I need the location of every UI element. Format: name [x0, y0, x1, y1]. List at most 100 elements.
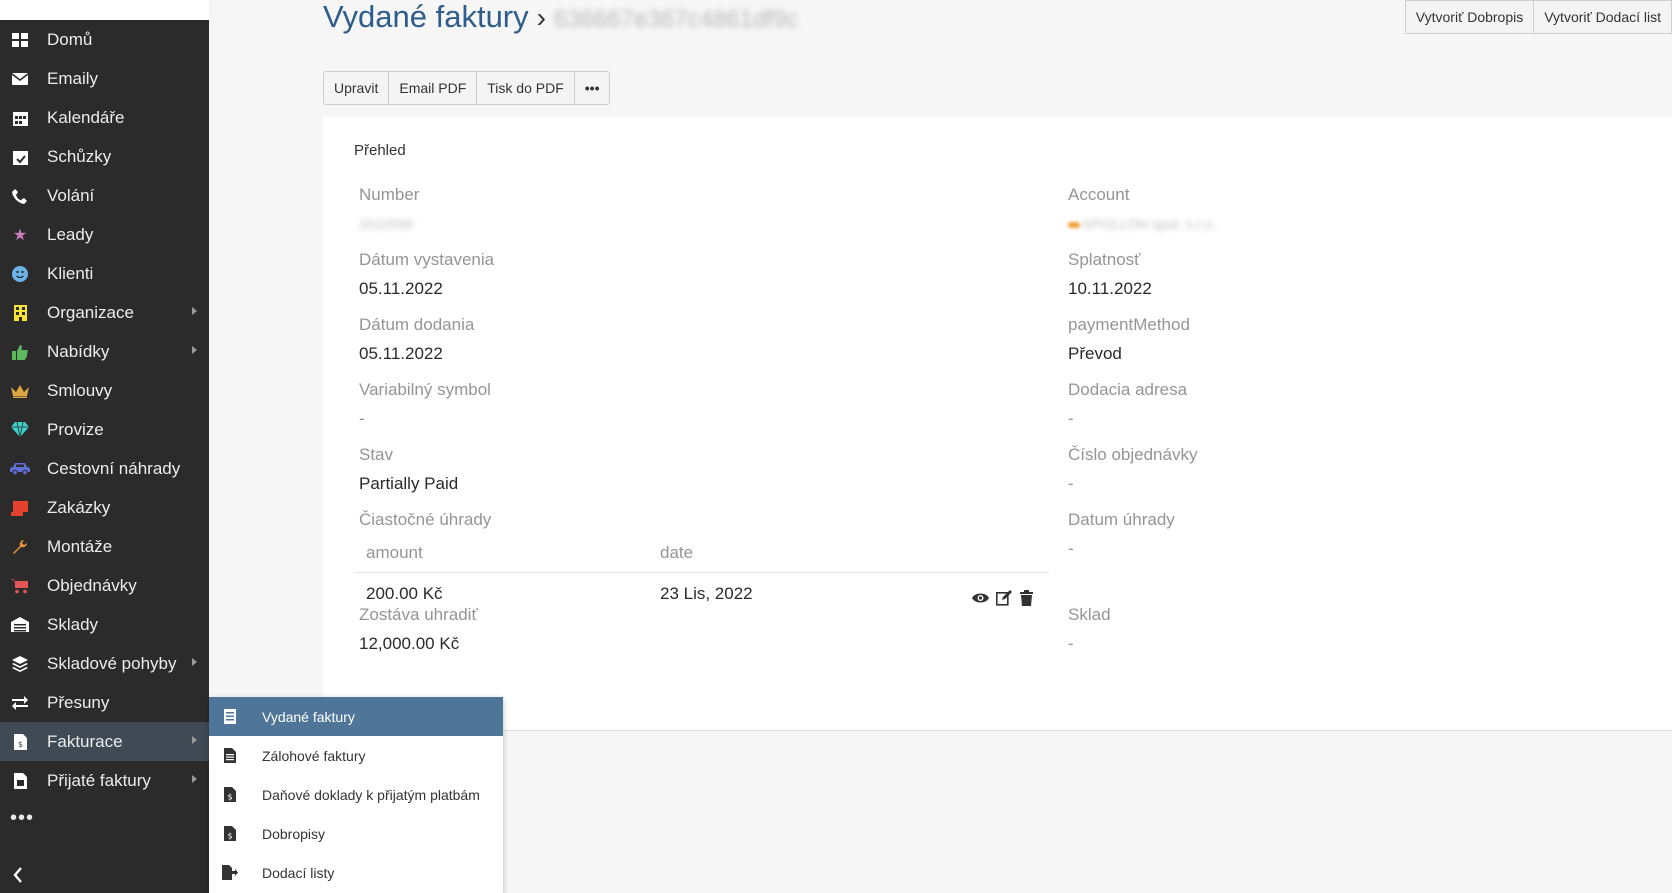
- sidebar-item-schuzky[interactable]: Schůzky: [0, 137, 209, 176]
- account-link[interactable]: APOLLON spol. s r.o.: [1082, 216, 1216, 232]
- sidebar-item-emaily[interactable]: Emaily: [0, 59, 209, 98]
- account-status-dot: [1068, 221, 1080, 228]
- print-pdf-button[interactable]: Tisk do PDF: [477, 71, 575, 105]
- sidebar-item-montaze[interactable]: Montáže: [0, 527, 209, 566]
- sidebar-item-volani[interactable]: Volání: [0, 176, 209, 215]
- panel-heading: Přehled: [354, 142, 406, 159]
- star-icon: ★: [12, 226, 28, 244]
- diamond-icon: [10, 420, 30, 440]
- field-label: paymentMethod: [1068, 315, 1190, 334]
- received-invoice-icon: [10, 771, 30, 791]
- sidebar-item-label: Nabídky: [47, 341, 110, 361]
- payment-amount: 200.00 Kč: [366, 584, 443, 603]
- sidebar-item-objednavky[interactable]: Objednávky: [0, 566, 209, 605]
- field-variable-symbol: Variabilný symbol -: [359, 380, 979, 429]
- sidebar: Domů Emaily Kalendáře Schůzky Volání ★ L…: [0, 0, 209, 893]
- sidebar-item-organizace[interactable]: Organizace: [0, 293, 209, 332]
- caret-right-icon: [192, 307, 197, 315]
- field-warehouse: Sklad -: [1068, 605, 1672, 654]
- breadcrumb-separator: ›: [536, 2, 546, 33]
- field-delivery-date: Dátum dodania 05.11.2022: [359, 315, 979, 364]
- svg-text:$: $: [17, 740, 22, 749]
- overview-panel: Přehled Number 2022090 Account APOLLON s…: [323, 117, 1672, 731]
- field-value: -: [1068, 409, 1074, 428]
- envelope-icon: [10, 69, 30, 89]
- view-icon[interactable]: [972, 589, 989, 606]
- sidebar-item-nabidky[interactable]: Nabídky: [0, 332, 209, 371]
- record-id: 636667e367c4861df9c: [553, 6, 799, 33]
- create-credit-note-button[interactable]: Vytvoriť Dobropis: [1404, 0, 1535, 34]
- field-label: Dodacia adresa: [1068, 380, 1188, 399]
- sidebar-more-button[interactable]: •••: [10, 808, 34, 828]
- submenu-item-dodaci-listy[interactable]: Dodací listy: [209, 853, 503, 892]
- svg-text:$: $: [227, 832, 232, 841]
- field-due-date: Splatnosť 10.11.2022: [1068, 250, 1672, 299]
- field-label: Sklad: [1068, 605, 1111, 624]
- field-value: -: [359, 409, 365, 428]
- number-value: 2022090: [359, 216, 414, 232]
- sidebar-item-skladove-pohyby[interactable]: Skladové pohyby: [0, 644, 209, 683]
- field-value: 05.11.2022: [359, 344, 443, 363]
- sidebar-item-sklady[interactable]: Sklady: [0, 605, 209, 644]
- email-pdf-button[interactable]: Email PDF: [389, 71, 478, 105]
- delivery-note-icon: [222, 865, 238, 881]
- edit-icon[interactable]: [995, 589, 1012, 606]
- sidebar-item-label: Leady: [47, 224, 94, 244]
- transfer-icon: [10, 693, 30, 713]
- submenu-item-danove-doklady[interactable]: $ Daňové doklady k přijatým platbám: [209, 775, 503, 814]
- submenu-item-label: Zálohové faktury: [262, 747, 366, 764]
- sidebar-item-prijate-faktury[interactable]: Přijaté faktury: [0, 761, 209, 800]
- field-remaining: Zostáva uhradiť 12,000.00 Kč: [359, 605, 979, 654]
- field-label: Dátum dodania: [359, 315, 475, 334]
- submenu-item-dobropisy[interactable]: $ Dobropisy: [209, 814, 503, 853]
- field-partial-payments: Čiastočné úhrady: [359, 510, 979, 530]
- field-label: Datum úhrady: [1068, 510, 1175, 529]
- edit-button[interactable]: Upravit: [323, 71, 390, 105]
- sidebar-item-label: Schůzky: [47, 146, 112, 166]
- sidebar-item-domu[interactable]: Domů: [0, 20, 209, 59]
- field-payment-date: Datum úhrady -: [1068, 510, 1672, 559]
- field-account: Account APOLLON spol. s r.o.: [1068, 185, 1672, 234]
- sidebar-item-label: Klienti: [47, 263, 94, 283]
- collapse-sidebar-icon[interactable]: [12, 867, 32, 887]
- submenu-item-vydane-faktury[interactable]: Vydané faktury: [209, 697, 503, 736]
- delete-icon[interactable]: [1018, 589, 1035, 606]
- header-button-group: Vytvoriť Dobropis Vytvoriť Dodací list: [1404, 0, 1672, 34]
- field-label: Splatnosť: [1068, 250, 1141, 269]
- sidebar-item-label: Cestovní náhrady: [47, 458, 181, 478]
- sidebar-item-label: Skladové pohyby: [47, 653, 177, 673]
- field-label: Číslo objednávky: [1068, 445, 1198, 464]
- sidebar-item-fakturace[interactable]: $ Fakturace: [0, 722, 209, 761]
- sidebar-item-smlouvy[interactable]: Smlouvy: [0, 371, 209, 410]
- caret-right-icon: [192, 736, 197, 744]
- breadcrumb-title-link[interactable]: Vydané faktury: [323, 0, 529, 34]
- sidebar-item-label: Objednávky: [47, 575, 137, 595]
- page-title: Vydané faktury › 636667e367c4861df9c: [323, 0, 798, 37]
- field-label: Account: [1068, 185, 1130, 204]
- calendar-check-icon: [10, 147, 30, 167]
- field-value: -: [1068, 474, 1074, 493]
- field-label: Dátum vystavenia: [359, 250, 495, 269]
- smile-icon: [10, 264, 30, 284]
- record-actions: Upravit Email PDF Tisk do PDF •••: [323, 71, 611, 105]
- credit-note-icon: $: [222, 826, 238, 842]
- sidebar-item-cestovni-nahrady[interactable]: Cestovní náhrady: [0, 449, 209, 488]
- submenu-item-zalohove-faktury[interactable]: Zálohové faktury: [209, 736, 503, 775]
- sidebar-item-presuny[interactable]: Přesuny: [0, 683, 209, 722]
- sidebar-item-klienti[interactable]: Klienti: [0, 254, 209, 293]
- sidebar-item-zakazky[interactable]: Zakázky: [0, 488, 209, 527]
- building-icon: [10, 303, 30, 323]
- field-value: 10.11.2022: [1068, 279, 1152, 298]
- car-icon: [10, 459, 30, 479]
- more-actions-button[interactable]: •••: [574, 71, 611, 105]
- field-value: -: [1068, 634, 1074, 653]
- sidebar-item-leady[interactable]: ★ Leady: [0, 215, 209, 254]
- sidebar-item-provize[interactable]: Provize: [0, 410, 209, 449]
- column-header-amount: amount: [366, 543, 423, 562]
- field-status: Stav Partially Paid: [359, 445, 979, 494]
- payment-date: 23 Lis, 2022: [660, 584, 753, 603]
- sidebar-item-kalendare[interactable]: Kalendáře: [0, 98, 209, 137]
- create-delivery-note-button[interactable]: Vytvoriť Dodací list: [1534, 0, 1672, 34]
- sidebar-item-label: Montáže: [47, 536, 113, 556]
- dashboard-icon: [10, 30, 30, 50]
